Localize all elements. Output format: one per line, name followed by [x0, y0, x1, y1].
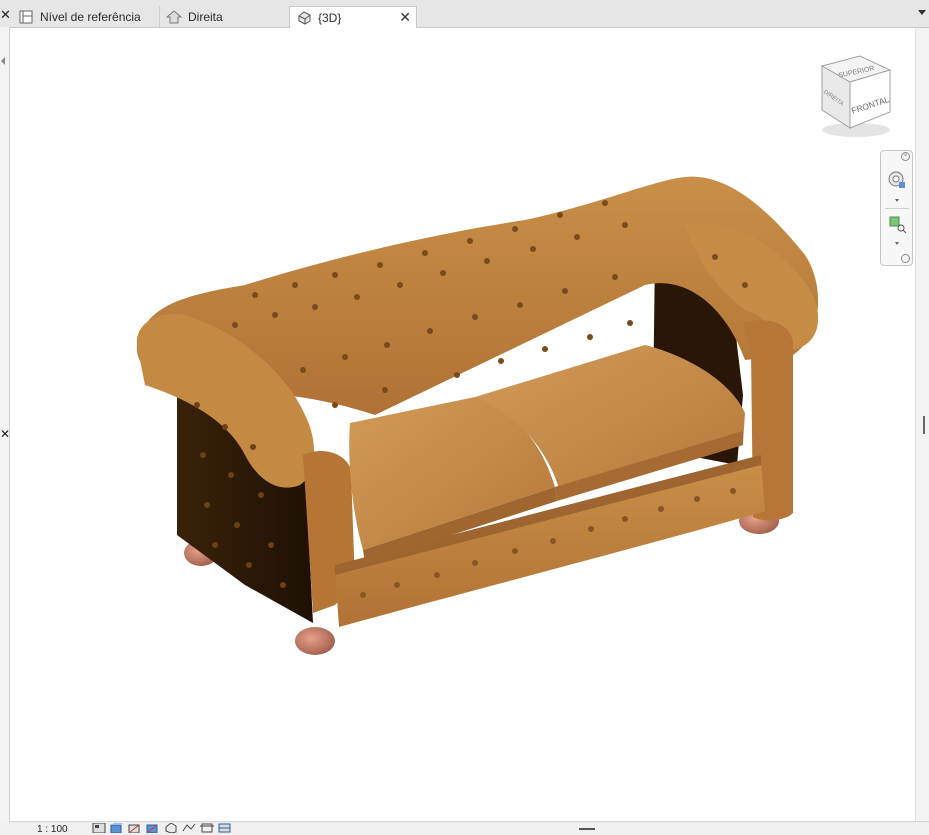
sun-path-icon[interactable]: [128, 823, 142, 833]
right-panel-strip: [915, 28, 929, 821]
zoom-icon: [889, 216, 907, 234]
navbar-options-icon[interactable]: [901, 254, 910, 263]
viewcube[interactable]: SUPERIOR FRONTAL DIREITA: [808, 48, 904, 140]
chevron-down-icon[interactable]: [895, 199, 899, 202]
tab-direita[interactable]: Direita: [160, 6, 288, 27]
view-tab-bar: ✕ Nível de referência Direita {3D} ✕: [0, 0, 929, 28]
close-tab-icon[interactable]: ✕: [399, 9, 411, 25]
detail-level-icon[interactable]: [92, 823, 106, 833]
tab-list-dropdown-icon[interactable]: [918, 10, 926, 15]
elevation-icon: [166, 9, 182, 25]
floor-plan-icon: [18, 9, 34, 25]
left-panel-strip: ✕: [0, 27, 10, 823]
tab-label: Nível de referência: [40, 9, 141, 24]
view-control-bar: 1 : 100: [10, 821, 929, 835]
tab-3d[interactable]: {3D} ✕: [289, 6, 417, 28]
tab-label: Direita: [188, 9, 223, 24]
tab-nivel-de-referencia[interactable]: Nível de referência: [12, 6, 160, 27]
3d-view-icon: [296, 10, 312, 26]
render-icon[interactable]: [164, 823, 178, 833]
steering-wheel-button[interactable]: [886, 169, 908, 191]
temporary-hide-icon[interactable]: [218, 823, 232, 833]
view-scale[interactable]: 1 : 100: [37, 824, 68, 835]
divider: [885, 208, 909, 209]
close-icon[interactable]: ×: [901, 152, 910, 161]
tab-label: {3D}: [318, 10, 342, 25]
panel-arrow-icon[interactable]: [1, 57, 5, 65]
show-crop-region-icon[interactable]: [200, 823, 214, 833]
navigation-bar: ×: [880, 150, 913, 266]
steering-wheel-icon: [888, 171, 905, 188]
splitter-grip[interactable]: [923, 416, 925, 434]
crop-view-icon[interactable]: [182, 823, 196, 833]
splitter-grip[interactable]: [579, 828, 595, 830]
zoom-region-button[interactable]: [886, 213, 908, 235]
chevron-down-icon[interactable]: [895, 242, 899, 245]
close-icon[interactable]: ✕: [0, 427, 10, 441]
chesterfield-sofa-model[interactable]: [125, 165, 830, 665]
close-icon[interactable]: ✕: [0, 8, 11, 21]
visual-style-icon[interactable]: [110, 823, 124, 833]
shadows-icon[interactable]: [146, 823, 160, 833]
